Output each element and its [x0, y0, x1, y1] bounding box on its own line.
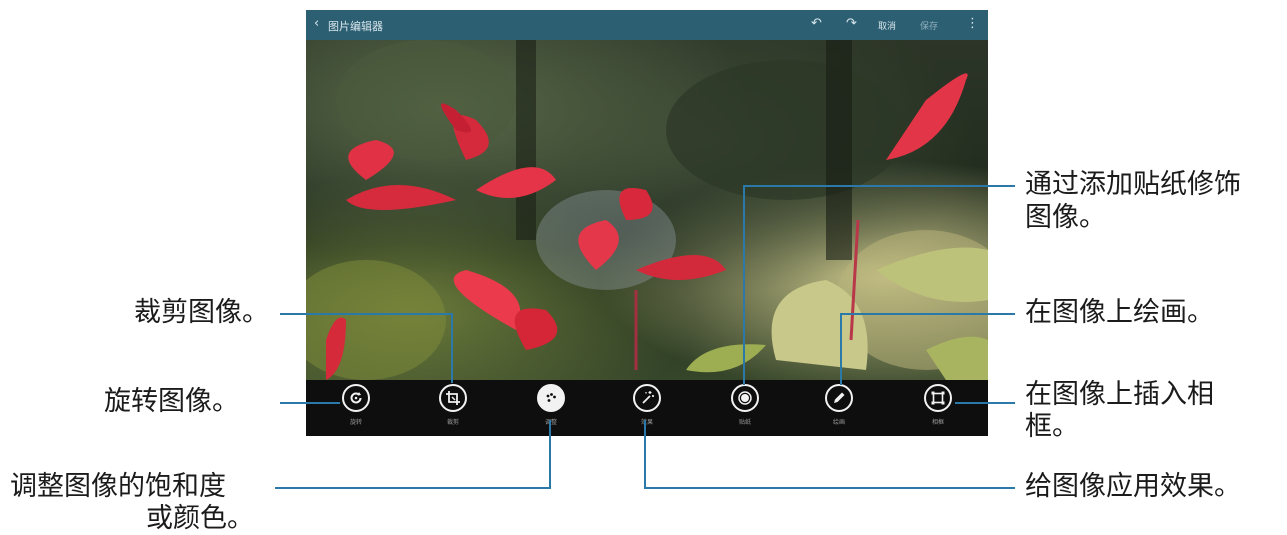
frame-icon	[924, 384, 952, 412]
device-screen: ‹ 图片编辑器 ↶ ↷ 取消 保存 ⋮ 旋转 裁剪 效果 贴纸 绘画 相框	[306, 10, 988, 436]
frame-callout-line1: 在图像上插入相	[1025, 379, 1214, 410]
undo-icon[interactable]: ↶	[811, 16, 822, 31]
drawing-callout-line-v	[840, 313, 842, 385]
crop-callout: 裁剪图像。	[134, 297, 269, 328]
cancel-button[interactable]: 取消	[878, 19, 896, 32]
photo-canvas	[306, 40, 988, 380]
drawing-callout: 在图像上绘画。	[1025, 297, 1214, 328]
rotate-tool[interactable]: 旋转	[333, 384, 379, 432]
effect-callout-line-v	[644, 420, 646, 489]
effect-tool[interactable]: 效果	[624, 384, 670, 432]
color-tool[interactable]: 调整	[528, 384, 574, 432]
magic-wand-icon	[633, 384, 661, 412]
edit-toolbar: 旋转 裁剪 调整 效果 贴纸	[306, 380, 988, 436]
sticker-icon	[731, 384, 759, 412]
color-callout-line-v	[549, 420, 551, 489]
save-button[interactable]: 保存	[920, 19, 938, 32]
frame-callout-line2: 框。	[1025, 411, 1079, 442]
sticker-tool[interactable]: 贴纸	[722, 384, 768, 432]
rotate-label: 旋转	[349, 419, 362, 426]
color-callout-line2: 或颜色。	[146, 503, 254, 534]
crop-callout-line-v	[451, 313, 453, 383]
poinsettia-photo	[306, 40, 988, 380]
effect-label: 效果	[640, 419, 653, 426]
frame-tool[interactable]: 相框	[915, 384, 961, 432]
drawing-callout-line	[840, 313, 1015, 315]
frame-label: 相框	[931, 419, 944, 426]
rotate-icon	[342, 384, 370, 412]
color-callout-line1: 调整图像的饱和度	[10, 471, 226, 502]
color-label: 调整	[528, 417, 574, 426]
crop-icon	[439, 384, 467, 412]
rotate-callout-line	[280, 402, 340, 404]
sticker-callout-line2: 图像。	[1025, 202, 1106, 233]
effect-callout-line	[645, 487, 1015, 489]
palette-icon	[537, 384, 565, 412]
effect-callout: 给图像应用效果。	[1025, 471, 1241, 502]
sticker-label: 贴纸	[738, 419, 751, 426]
action-bar: ‹ 图片编辑器 ↶ ↷ 取消 保存 ⋮	[306, 10, 988, 40]
redo-icon[interactable]: ↷	[846, 16, 857, 31]
crop-callout-line	[280, 313, 452, 315]
drawing-label: 绘画	[832, 419, 845, 426]
app-title: 图片编辑器	[328, 20, 383, 33]
sticker-callout-line-v	[743, 185, 745, 385]
frame-callout-line	[955, 402, 1015, 404]
rotate-callout: 旋转图像。	[104, 386, 239, 417]
sticker-callout-line	[743, 185, 1015, 187]
back-icon[interactable]: ‹	[314, 16, 319, 31]
crop-tool[interactable]: 裁剪	[430, 384, 476, 432]
drawing-tool[interactable]: 绘画	[816, 384, 862, 432]
sticker-callout-line1: 通过添加贴纸修饰	[1025, 169, 1241, 200]
crop-label: 裁剪	[446, 419, 459, 426]
color-callout-line	[275, 487, 550, 489]
pencil-icon	[825, 384, 853, 412]
more-options-icon[interactable]: ⋮	[966, 16, 979, 31]
